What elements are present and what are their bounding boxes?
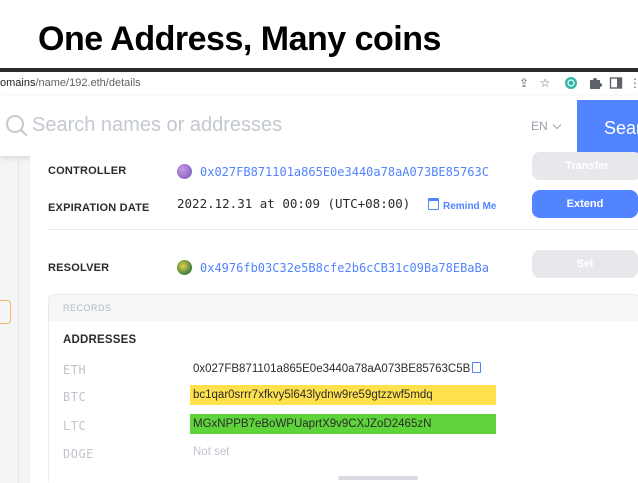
slide-title: One Address, Many coins [38,20,441,58]
url-text[interactable]: omains/name/192.eth/details [0,77,141,89]
coin-label-btc: BTC [63,390,87,404]
app-header: EN Search [0,96,638,156]
search-button[interactable]: Search [577,100,638,156]
controller-address-link[interactable]: 0x027FB871101a865E0e3440a78aA073BE85763C [200,165,489,179]
remind-me-link[interactable]: Remind Me [428,198,496,212]
resolver-avatar [177,260,192,275]
set-resolver-button[interactable]: Set [532,250,638,278]
chevron-down-icon [552,120,561,130]
extend-button[interactable]: Extend [532,190,638,218]
menu-icon[interactable]: ⋮ [628,76,638,90]
coin-label-eth: ETH [63,363,87,377]
expiration-label: EXPIRATION DATE [48,202,150,214]
coin-label-doge: DOGE [63,447,94,461]
horizontal-scrollbar[interactable] [338,476,418,480]
calendar-icon [428,198,439,210]
browser-screenshot: omains/name/192.eth/details ⇪ ☆ ⋮ EN Sea… [0,68,638,483]
doge-address: Not set [193,446,230,458]
sidebar-icon[interactable] [609,76,623,90]
ltc-address: MGxNPPB7eBoWPUaprtX9v9CXJZoD2465zN [193,418,432,430]
controller-avatar [177,164,192,179]
copy-icon[interactable] [472,362,482,373]
extension-globe-icon[interactable] [564,76,578,90]
share-icon[interactable]: ⇪ [517,76,531,90]
transfer-button[interactable]: Transfer [532,152,638,180]
section-divider [48,229,638,230]
records-heading: RECORDS [63,303,112,313]
star-icon[interactable]: ☆ [538,76,552,90]
coin-label-ltc: LTC [63,419,87,433]
browser-url-bar[interactable]: omains/name/192.eth/details ⇪ ☆ ⋮ [0,72,638,97]
sidebar-divider [18,156,19,483]
controller-label: CONTROLLER [48,165,127,177]
search-icon [6,115,24,133]
puzzle-icon[interactable] [588,76,602,90]
expiration-date: 2022.12.31 at 00:09 (UTC+08:00) [177,196,411,211]
eth-address: 0x027FB871101a865E0e3440a78aA073BE85763C… [193,362,482,375]
search-input[interactable] [30,110,454,140]
addresses-heading: ADDRESSES [63,334,137,346]
btc-address: bc1qar0srrr7xfkvy5l643lydnw9re59gtzzwf5m… [193,389,433,401]
resolver-address-link[interactable]: 0x4976fb03C32e5B8cfe2b6cCB31c09Ba78EBaBa [200,261,489,275]
resolver-label: RESOLVER [48,262,110,274]
language-selector[interactable]: EN [531,119,561,133]
records-section: RECORDS ADDRESSES ETH 0x027FB871101a865E… [48,294,638,483]
sidebar-item[interactable] [0,300,11,324]
addresses-card: ADDRESSES ETH 0x027FB871101a865E0e3440a7… [49,321,638,483]
